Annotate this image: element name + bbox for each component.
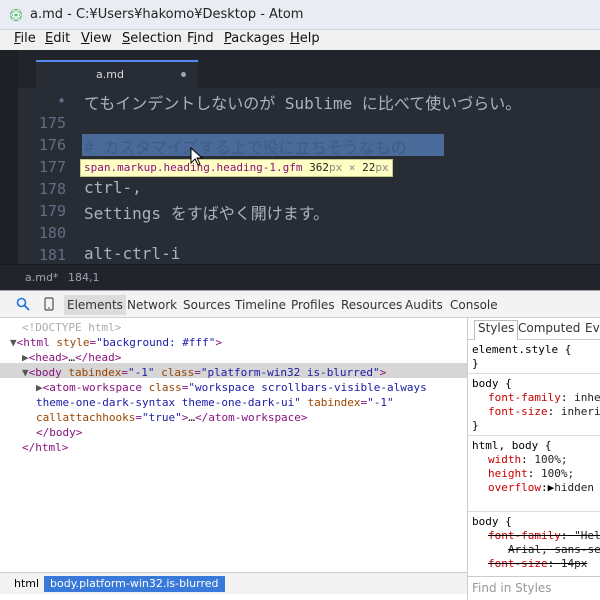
tab-console[interactable]: Console (450, 298, 498, 312)
rule-selector[interactable]: html, body { (472, 439, 551, 452)
dom-doctype[interactable]: <!DOCTYPE html> (22, 321, 121, 334)
tab-styles[interactable]: Styles (474, 320, 519, 340)
dom-html-close[interactable]: </html> (22, 441, 68, 454)
menu-help[interactable]: Help (290, 31, 320, 46)
tab-computed[interactable]: Computed (518, 321, 580, 335)
dom-node-atom-workspace-cont2[interactable]: callattachhooks="true">…</atom-workspace… (36, 411, 308, 424)
menu-find[interactable]: Find (187, 31, 214, 46)
breadcrumb-body[interactable]: body.platform-win32.is-blurred (44, 576, 225, 592)
dom-node-head[interactable]: ▶<head>…</head> (22, 351, 121, 364)
title-bar: a.md - C:¥Users¥hakomo¥Desktop - Atom (0, 0, 600, 30)
line-number: • (56, 92, 66, 110)
tab-profiles[interactable]: Profiles (291, 298, 335, 312)
expand-triangle-icon[interactable]: ▼ (22, 366, 29, 379)
line-number: 177 (38, 158, 66, 176)
inspect-tooltip: span.markup.heading.heading-1.gfm 362px … (80, 159, 393, 177)
tab-elements[interactable]: Elements (64, 295, 126, 315)
expand-triangle-icon[interactable]: ▼ (10, 336, 17, 349)
code-line: ctrl-, (84, 178, 142, 197)
search-icon[interactable] (16, 297, 30, 311)
rule-selector[interactable]: body { (472, 515, 512, 528)
rule-divider (468, 435, 600, 436)
style-declaration[interactable]: width: 100%; (488, 453, 568, 466)
tab-event-listeners[interactable]: Eve (585, 321, 600, 335)
status-cursor-position[interactable]: 184,1 (68, 271, 100, 284)
find-in-styles-placeholder: Find in Styles (472, 581, 552, 595)
rule-close: } (472, 357, 479, 370)
style-declaration-overridden-cont: Arial, sans-se (508, 543, 600, 556)
rule-divider (468, 511, 600, 512)
dom-node-html[interactable]: ▼<html style="background: #fff"> (10, 336, 222, 349)
style-declaration[interactable]: font-size: inheri (488, 405, 600, 418)
tab-label: a.md (96, 68, 124, 81)
styles-pane: Styles Computed Eve element.style { } bo… (468, 318, 600, 600)
code-line: てもインデントしないのが Sublime に比べて使いづらい。 (84, 94, 522, 113)
rule-selector[interactable]: body { (472, 377, 512, 390)
devtools-tabs: Elements Network Sources Timeline Profil… (0, 290, 600, 318)
dom-node-body[interactable]: ▼<body tabindex="-1" class="platform-win… (22, 366, 386, 379)
tree-view-edge (0, 50, 18, 290)
modified-dot-icon[interactable] (181, 72, 186, 77)
tooltip-width: 362 (309, 161, 330, 174)
tab-bar: a.md (18, 50, 600, 88)
dom-tree[interactable]: <!DOCTYPE html> ▼<html style="background… (0, 318, 467, 580)
line-number: 175 (38, 114, 66, 132)
collapse-triangle-icon[interactable]: ▶ (22, 351, 29, 364)
style-declaration-overridden[interactable]: font-size: 14px (488, 557, 587, 570)
code-line: alt-ctrl-i (84, 244, 181, 263)
tab-audits[interactable]: Audits (405, 298, 443, 312)
dom-node-atom-workspace[interactable]: ▶<atom-workspace class="workspace scroll… (36, 381, 427, 394)
styles-tabs: Styles Computed Eve (468, 318, 600, 340)
menu-view[interactable]: View (81, 31, 112, 46)
style-declaration-overridden[interactable]: font-family: "Hel (488, 529, 600, 542)
tooltip-height: 22 (362, 161, 376, 174)
window-title: a.md - C:¥Users¥hakomo¥Desktop - Atom (30, 7, 304, 22)
rule-close: } (472, 419, 479, 432)
menu-packages[interactable]: Packages (224, 31, 285, 46)
menu-bar: File Edit View Selection Find Packages H… (0, 30, 600, 50)
style-declaration[interactable]: font-family: inhe (488, 391, 600, 404)
menu-file[interactable]: File (14, 31, 36, 46)
find-in-styles-input[interactable]: Find in Styles (468, 576, 600, 600)
rule-divider (468, 373, 600, 374)
atom-workspace: a.md • 175 176 177 178 179 180 181 てもインデ… (0, 50, 600, 290)
breadcrumb-html[interactable]: html (14, 576, 39, 592)
tab-resources[interactable]: Resources (341, 298, 402, 312)
line-number: 179 (38, 202, 66, 220)
code-line: Settings をすばやく開けます。 (84, 204, 330, 223)
rule-selector[interactable]: element.style { (472, 343, 571, 356)
code-line-heading: # カスタマイズする上で役に立ちそうなもの (84, 138, 407, 157)
tab-sources[interactable]: Sources (183, 298, 230, 312)
line-number: 181 (38, 246, 66, 264)
tab-timeline[interactable]: Timeline (235, 298, 286, 312)
dom-node-atom-workspace-cont[interactable]: theme-one-dark-syntax theme-one-dark-ui"… (36, 396, 394, 409)
menu-selection[interactable]: Selection (122, 31, 182, 46)
tab-a-md[interactable]: a.md (36, 60, 198, 88)
dom-body-close[interactable]: </body> (36, 426, 82, 439)
style-declaration[interactable]: overflow:▶hidden (488, 481, 594, 494)
line-number: 180 (38, 224, 66, 242)
atom-logo-icon (10, 9, 22, 21)
tab-network[interactable]: Network (127, 298, 177, 312)
device-mode-icon[interactable] (42, 297, 56, 311)
line-number: 178 (38, 180, 66, 198)
status-file[interactable]: a.md* (25, 271, 58, 284)
mouse-pointer-icon (190, 147, 204, 166)
breadcrumb: html body.platform-win32.is-blurred (0, 572, 467, 594)
style-declaration[interactable]: height: 100%; (488, 467, 574, 480)
line-number: 176 (38, 136, 66, 154)
status-bar: a.md* 184,1 (0, 264, 600, 290)
line-number-gutter: • 175 176 177 178 179 180 181 (18, 88, 66, 264)
collapse-triangle-icon[interactable]: ▶ (36, 381, 43, 394)
devtools-panel: Elements Network Sources Timeline Profil… (0, 290, 600, 600)
menu-edit[interactable]: Edit (45, 31, 70, 46)
